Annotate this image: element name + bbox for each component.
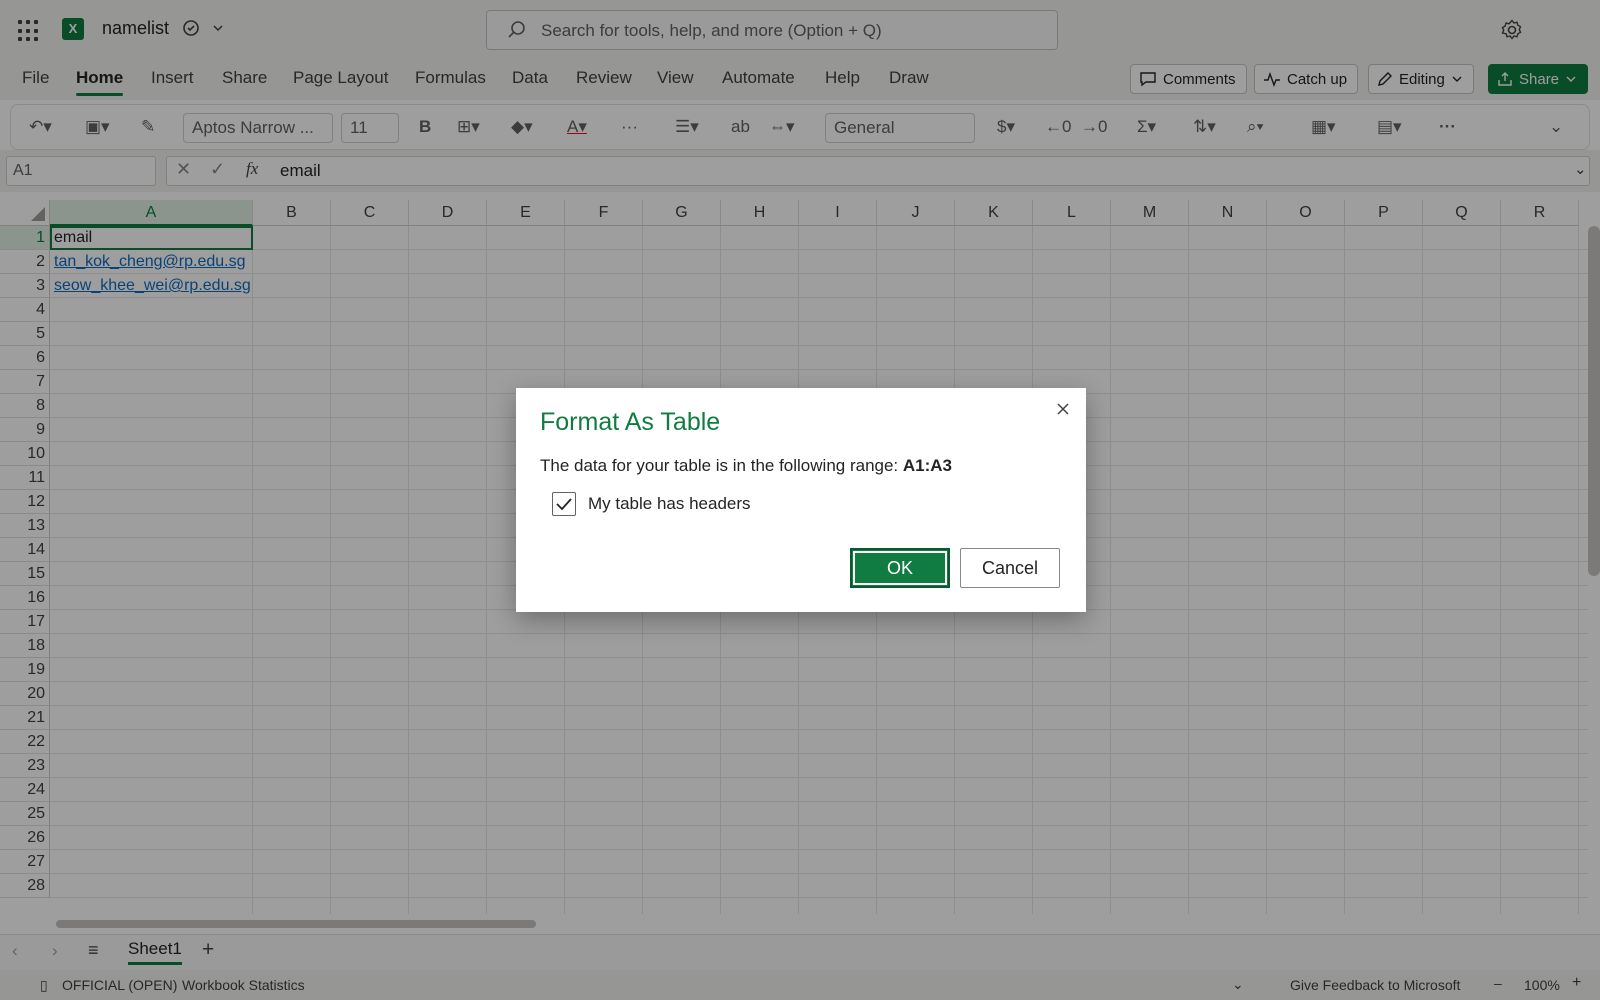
checkmark-icon — [556, 498, 572, 511]
ok-button[interactable]: OK — [850, 548, 950, 588]
dialog-message: The data for your table is in the follow… — [540, 456, 952, 476]
format-as-table-dialog: Format As Table The data for your table … — [516, 388, 1086, 612]
dialog-title: Format As Table — [540, 408, 721, 436]
close-icon[interactable] — [1056, 402, 1070, 416]
cancel-button[interactable]: Cancel — [960, 548, 1060, 588]
headers-checkbox[interactable] — [552, 492, 576, 516]
range-value: A1:A3 — [902, 456, 953, 475]
headers-checkbox-label[interactable]: My table has headers — [588, 494, 751, 514]
range-text: The data for your table is in the follow… — [540, 456, 899, 475]
